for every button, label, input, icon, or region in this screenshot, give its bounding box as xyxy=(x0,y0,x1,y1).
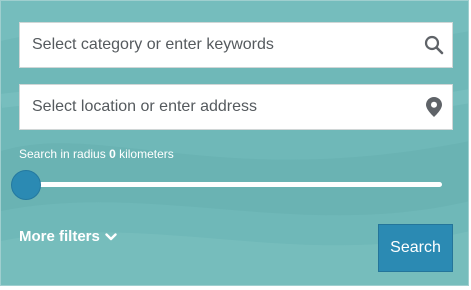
keywords-field[interactable]: Select category or enter keywords xyxy=(19,22,453,68)
radius-prefix: Search in radius xyxy=(19,147,106,161)
radius-slider-thumb[interactable] xyxy=(11,170,41,200)
location-input[interactable]: Select location or enter address xyxy=(20,98,416,116)
search-panel: Select category or enter keywords Select… xyxy=(0,0,469,286)
search-button[interactable]: Search xyxy=(378,224,453,272)
location-field[interactable]: Select location or enter address xyxy=(19,84,453,130)
radius-value: 0 xyxy=(109,147,116,161)
chevron-down-icon xyxy=(105,228,117,245)
more-filters-label: More filters xyxy=(19,228,100,245)
radius-slider-track[interactable] xyxy=(25,182,442,187)
map-pin-icon[interactable] xyxy=(416,85,452,129)
radius-label: Search in radius 0 kilometers xyxy=(19,147,174,161)
more-filters-toggle[interactable]: More filters xyxy=(19,228,117,245)
search-icon[interactable] xyxy=(416,23,452,67)
radius-unit: kilometers xyxy=(119,147,174,161)
keywords-input[interactable]: Select category or enter keywords xyxy=(20,36,416,54)
